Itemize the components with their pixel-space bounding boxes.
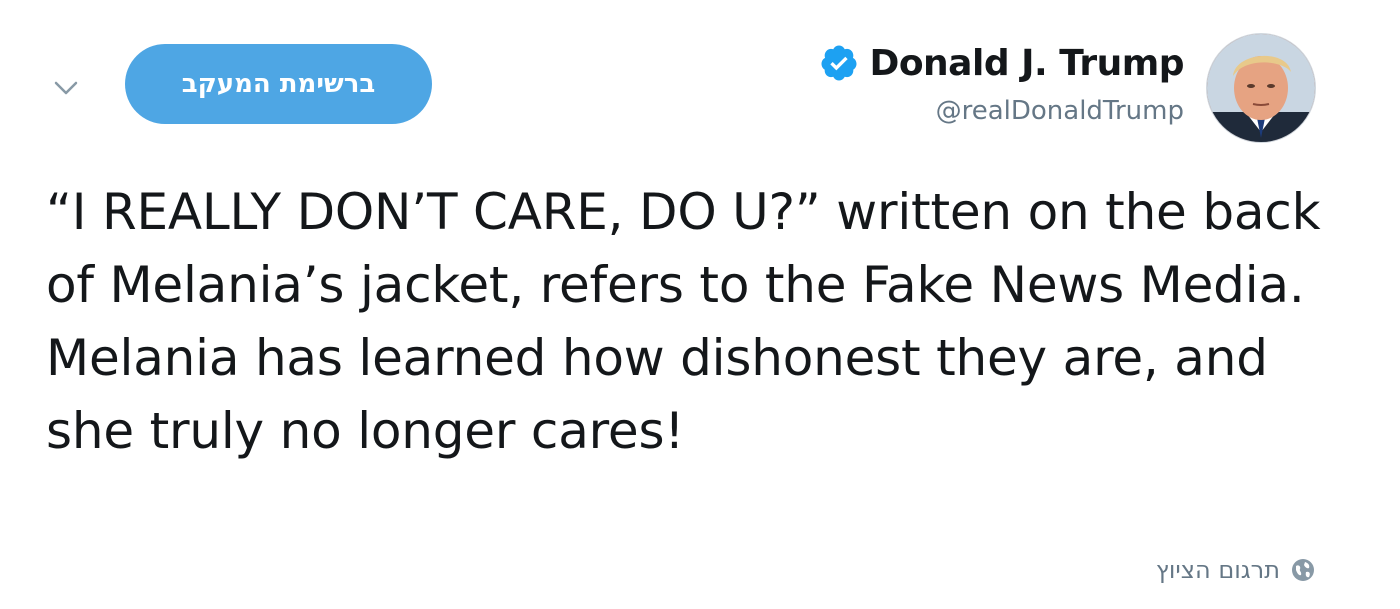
profile-photo-icon	[1207, 34, 1315, 142]
verified-badge-icon	[819, 43, 859, 83]
tweet-text: “I REALLY DON’T CARE, DO U?” written on …	[46, 183, 1337, 460]
globe-icon	[1290, 557, 1316, 583]
author-display-name: Donald J. Trump	[869, 42, 1184, 84]
author-handle[interactable]: @realDonaldTrump	[936, 96, 1184, 126]
tweet-card: ברשימת המעקב Donald J. Trump @realDonald…	[0, 0, 1400, 609]
translate-label: תרגום הציוץ	[1155, 556, 1280, 584]
following-button[interactable]: ברשימת המעקב	[125, 44, 432, 124]
translate-tweet-link[interactable]: תרגום הציוץ	[1156, 552, 1316, 588]
avatar[interactable]	[1206, 33, 1316, 143]
chevron-down-icon[interactable]	[46, 68, 86, 108]
following-button-label: ברשימת המעקב	[181, 69, 376, 99]
author-name-row[interactable]: Donald J. Trump	[819, 40, 1184, 86]
